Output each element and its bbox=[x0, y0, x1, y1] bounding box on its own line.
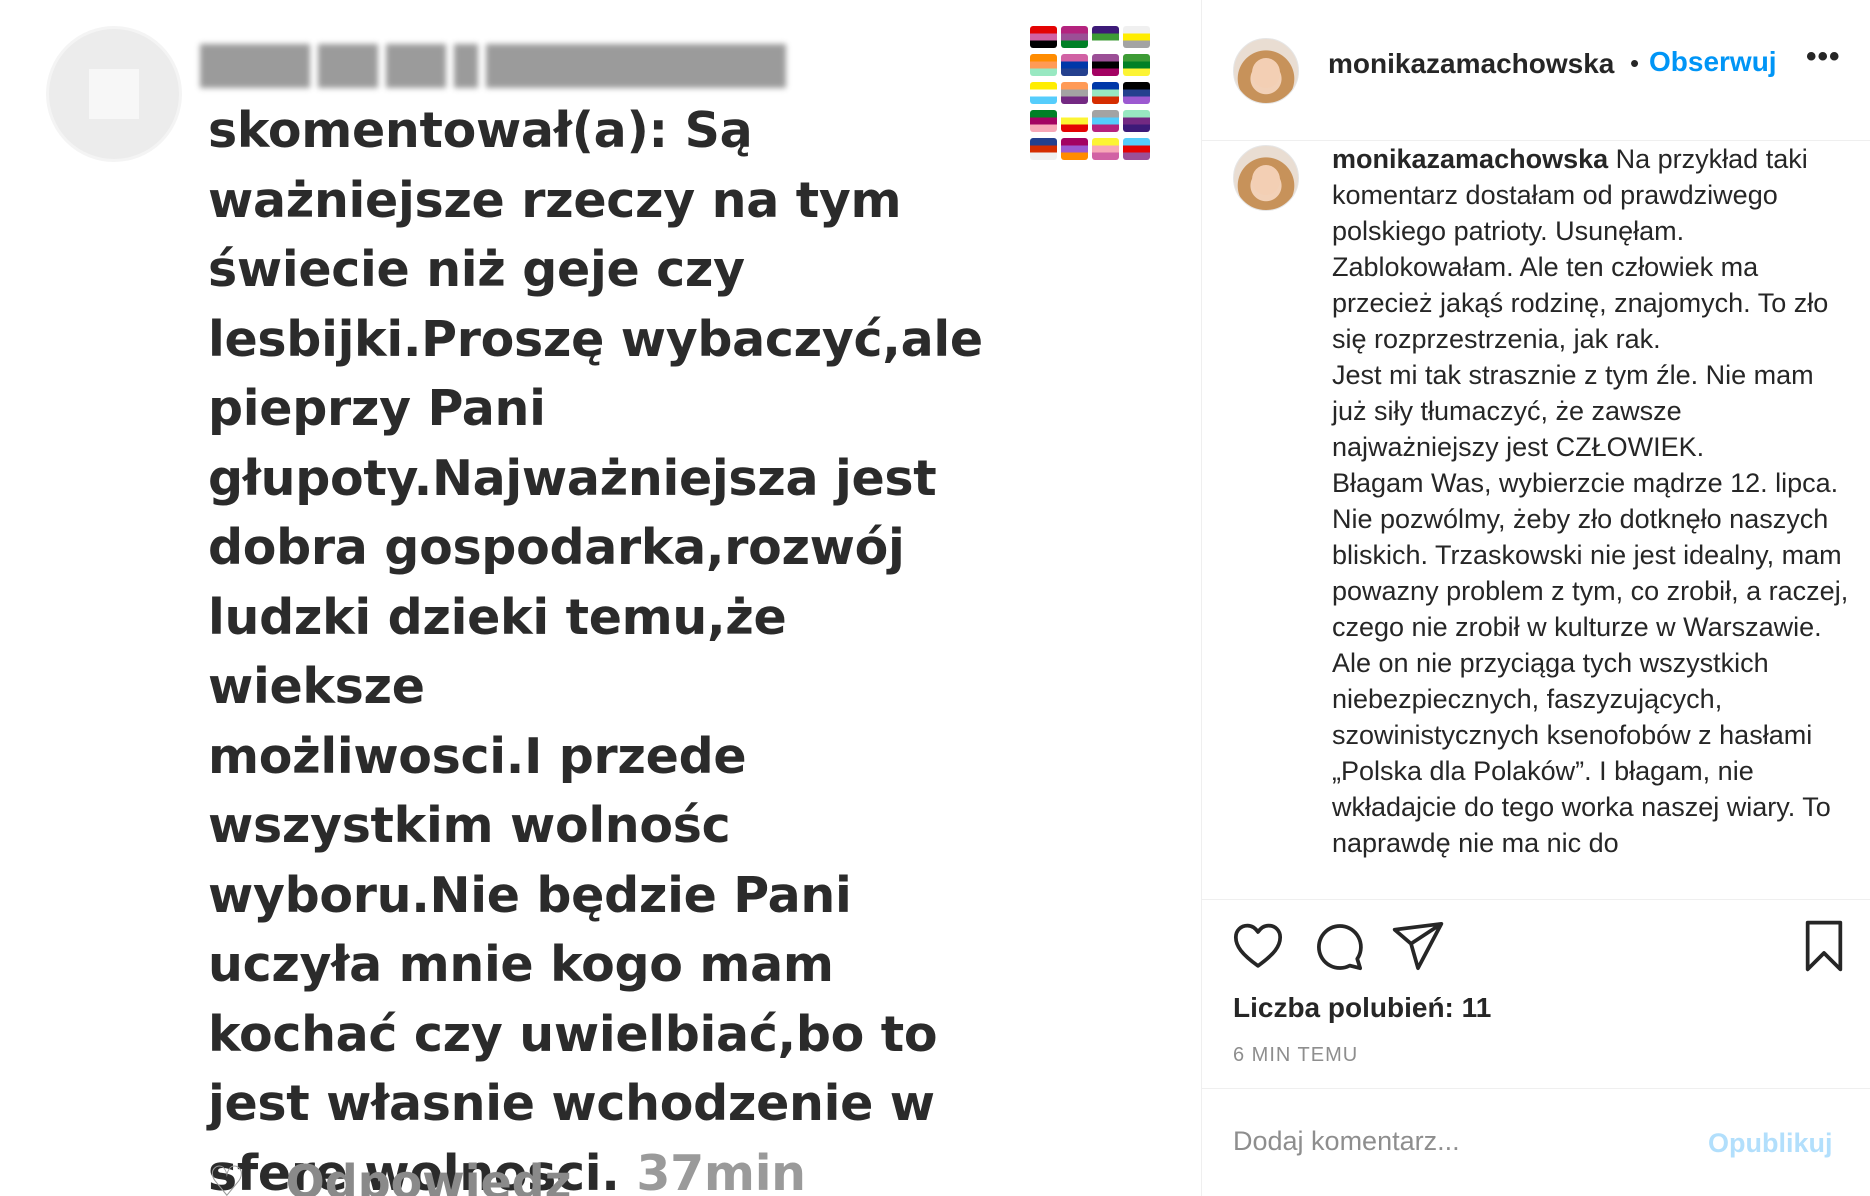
flag-swatch bbox=[1030, 110, 1057, 132]
flag-swatch bbox=[1123, 54, 1150, 76]
flag-swatch bbox=[1030, 26, 1057, 48]
bookmark-icon[interactable] bbox=[1796, 918, 1852, 974]
comment-line: jest własnie wchodzenie w bbox=[208, 1075, 935, 1132]
caption-text: Na przykład taki komentarz dostałam od p… bbox=[1332, 144, 1849, 858]
flag-swatch bbox=[1123, 26, 1150, 48]
comment-footer: ♡ Odpowiedz bbox=[208, 1155, 571, 1196]
comment-line: ludzki dzieki temu,że wieksze bbox=[208, 588, 787, 716]
caption-body: monikazamachowska Na przykład taki komen… bbox=[1332, 141, 1852, 861]
comment-input[interactable] bbox=[1233, 1126, 1673, 1157]
comment-line: pieprzy Pani bbox=[208, 380, 546, 437]
likes-count[interactable]: Liczba polubień: 11 bbox=[1233, 992, 1491, 1024]
blurred-username bbox=[200, 40, 786, 92]
comment-line: świecie niż geje czy bbox=[208, 241, 745, 298]
comment-line: możliwosci.I przede bbox=[208, 727, 747, 785]
separator-dot: • bbox=[1630, 48, 1640, 78]
flag-swatch bbox=[1092, 54, 1119, 76]
flag-swatch bbox=[1061, 138, 1088, 160]
reply-label: Odpowiedz bbox=[285, 1155, 572, 1196]
comment-divider bbox=[1202, 1088, 1870, 1089]
more-options-icon[interactable]: ••• bbox=[1806, 40, 1841, 74]
comment-line: wyboru.Nie będzie Pani bbox=[208, 866, 852, 924]
follow-button[interactable]: Obserwuj bbox=[1649, 46, 1777, 78]
caption-username[interactable]: monikazamachowska bbox=[1332, 144, 1608, 174]
flag-swatch bbox=[1123, 110, 1150, 132]
comment-time: 37min bbox=[636, 1144, 806, 1196]
publish-button[interactable]: Opublikuj bbox=[1708, 1128, 1833, 1159]
caption-avatar[interactable] bbox=[1233, 145, 1299, 211]
post-header: monikazamachowska • Obserwuj ••• bbox=[1202, 0, 1870, 141]
commenter-avatar bbox=[46, 26, 182, 162]
flag-swatch bbox=[1123, 138, 1150, 160]
comment-line: ważniejsze rzeczy na tym bbox=[208, 171, 902, 229]
post-timestamp[interactable]: 6 MIN TEMU bbox=[1233, 1044, 1358, 1067]
flag-swatch bbox=[1030, 82, 1057, 104]
flag-swatch bbox=[1123, 82, 1150, 104]
heart-icon[interactable] bbox=[1230, 918, 1286, 974]
flag-swatch bbox=[1061, 26, 1088, 48]
flag-swatch bbox=[1030, 138, 1057, 160]
comment-icon[interactable] bbox=[1310, 918, 1366, 974]
comment-line: lesbijki.Proszę wybaczyć,ale bbox=[208, 310, 983, 368]
hateful-comment-text: skomentował(a): Są ważniejsze rzeczy na t… bbox=[208, 96, 1008, 1196]
post-caption: monikazamachowska Na przykład taki komen… bbox=[1202, 141, 1870, 899]
share-icon[interactable] bbox=[1390, 918, 1446, 974]
comment-line: wszystkim wolnośc bbox=[208, 797, 731, 854]
flag-swatch bbox=[1092, 138, 1119, 160]
heart-outline-icon: ♡ bbox=[208, 1158, 246, 1196]
pride-flags-thumbnail bbox=[1030, 26, 1150, 160]
comment-line: kochać czy uwielbiać,bo to bbox=[208, 1005, 938, 1063]
actions-divider bbox=[1202, 899, 1870, 900]
comment-line: skomentował(a): Są bbox=[208, 102, 753, 159]
comment-line: uczyła mnie kogo mam bbox=[208, 936, 834, 993]
author-avatar[interactable] bbox=[1233, 38, 1299, 104]
comment-line: dobra gospodarka,rozwój bbox=[208, 519, 905, 576]
flag-swatch bbox=[1061, 54, 1088, 76]
post-image: skomentował(a): Są ważniejsze rzeczy na t… bbox=[0, 0, 1201, 1196]
flag-swatch bbox=[1092, 82, 1119, 104]
flag-swatch bbox=[1061, 110, 1088, 132]
flag-swatch bbox=[1061, 82, 1088, 104]
author-username[interactable]: monikazamachowska bbox=[1328, 48, 1614, 80]
post-sidebar: monikazamachowska • Obserwuj ••• monikaz… bbox=[1202, 0, 1870, 1196]
flag-swatch bbox=[1030, 54, 1057, 76]
comment-line: głupoty.Najważniejsza jest bbox=[208, 449, 937, 507]
flag-swatch bbox=[1092, 110, 1119, 132]
flag-swatch bbox=[1092, 26, 1119, 48]
